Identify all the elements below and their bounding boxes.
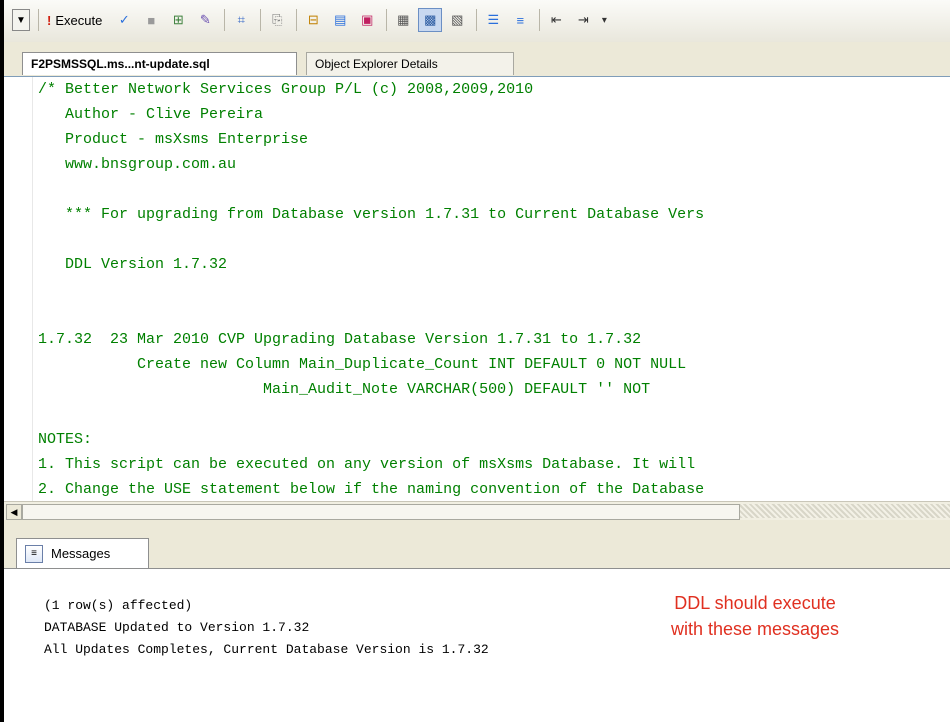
cancel-query-icon[interactable]: ■ — [139, 8, 163, 32]
toolbar-separator — [539, 9, 541, 31]
intellisense-icon[interactable]: ⌗ — [229, 8, 253, 32]
code-line: Product - msXsms Enterprise — [38, 131, 309, 148]
display-estimated-plan-icon[interactable]: ⊞ — [166, 8, 190, 32]
toolbar-separator — [296, 9, 298, 31]
toolbar-separator — [260, 9, 262, 31]
toolbar-separator — [38, 9, 39, 31]
code-editor[interactable]: /* Better Network Services Group P/L (c)… — [4, 77, 950, 501]
tab-object-explorer-details[interactable]: Object Explorer Details — [306, 52, 514, 75]
results-to-text-icon[interactable]: ▦ — [391, 8, 415, 32]
code-line: 1. This script can be executed on any ve… — [38, 456, 696, 473]
code-line: Main_Audit_Note VARCHAR(500) DEFAULT '' … — [38, 381, 651, 398]
annotation-line: DDL should execute — [674, 593, 836, 613]
parse-checkmark-icon[interactable]: ✓ — [112, 8, 136, 32]
code-line: 2. Change the USE statement below if the… — [38, 481, 705, 498]
code-line: *** For upgrading from Database version … — [38, 206, 705, 223]
tab-messages[interactable]: ≡ Messages — [16, 538, 149, 568]
scrollbar-thumb[interactable] — [22, 504, 740, 520]
execute-button[interactable]: ! Execute — [43, 8, 106, 32]
results-to-file-alt-icon[interactable]: ▧ — [445, 8, 469, 32]
scroll-left-arrow-icon[interactable]: ◀ — [6, 504, 22, 520]
results-to-grid-icon[interactable]: ▩ — [418, 8, 443, 32]
execute-icon: ! — [47, 12, 52, 28]
code-line: /* Better Network Services Group P/L (c)… — [38, 81, 534, 98]
include-actual-plan-icon[interactable]: ⊟ — [301, 8, 325, 32]
tab-label: Messages — [51, 546, 111, 561]
code-line: DDL Version 1.7.32 — [38, 256, 228, 273]
sql-editor-toolbar: ▼ ! Execute ✓ ■ ⊞ ✎ ⌗ ⎘ ⊟ ▤ ▣ ▦ ▩ ▧ ☰ ≡ … — [4, 0, 950, 43]
code-line: Create new Column Main_Duplicate_Count I… — [38, 356, 687, 373]
messages-document-icon: ≡ — [25, 544, 43, 563]
annotation-line: with these messages — [670, 619, 840, 639]
results-tabstrip: ≡ Messages — [4, 532, 950, 569]
annotation-callout: DDL should execute with these messages — [640, 590, 870, 642]
message-line: DATABASE Updated to Version 1.7.32 — [44, 620, 310, 635]
message-line: All Updates Completes, Current Database … — [44, 642, 489, 657]
tab-sql-file[interactable]: F2PSMSSQL.ms...nt-update.sql — [22, 52, 297, 75]
tab-label: F2PSMSSQL.ms...nt-update.sql — [31, 57, 210, 71]
tab-label: Object Explorer Details — [315, 57, 438, 71]
query-designer-icon[interactable]: ✎ — [193, 8, 217, 32]
increase-indent-icon[interactable]: ⇥ — [571, 8, 595, 32]
editor-gutter — [4, 77, 33, 501]
toolbar-separator — [476, 9, 478, 31]
specify-values-icon[interactable]: ⎘ — [265, 8, 289, 32]
code-line: 1.7.32 23 Mar 2010 CVP Upgrading Databas… — [38, 331, 642, 348]
toolbar-separator — [224, 9, 226, 31]
database-dropdown-arrow-icon[interactable]: ▼ — [12, 9, 30, 31]
document-tabstrip: F2PSMSSQL.ms...nt-update.sql Object Expl… — [4, 42, 950, 77]
message-line: (1 row(s) affected) — [44, 598, 193, 613]
pane-splitter[interactable] — [4, 520, 950, 532]
horizontal-scrollbar[interactable]: ◀ — [4, 501, 950, 521]
uncomment-lines-icon[interactable]: ≡ — [508, 8, 532, 32]
code-line: Author - Clive Pereira — [38, 106, 264, 123]
toolbar-overflow-icon[interactable]: ▾ — [598, 8, 610, 32]
execute-label: Execute — [55, 12, 103, 28]
toolbar-separator — [386, 9, 388, 31]
results-to-file-icon[interactable]: ▣ — [355, 8, 379, 32]
client-statistics-icon[interactable]: ▤ — [328, 8, 352, 32]
comment-lines-icon[interactable]: ☰ — [481, 8, 505, 32]
code-line: NOTES: — [38, 431, 93, 448]
code-line: www.bnsgroup.com.au — [38, 156, 237, 173]
scrollbar-track[interactable] — [740, 504, 950, 518]
decrease-indent-icon[interactable]: ⇤ — [544, 8, 568, 32]
